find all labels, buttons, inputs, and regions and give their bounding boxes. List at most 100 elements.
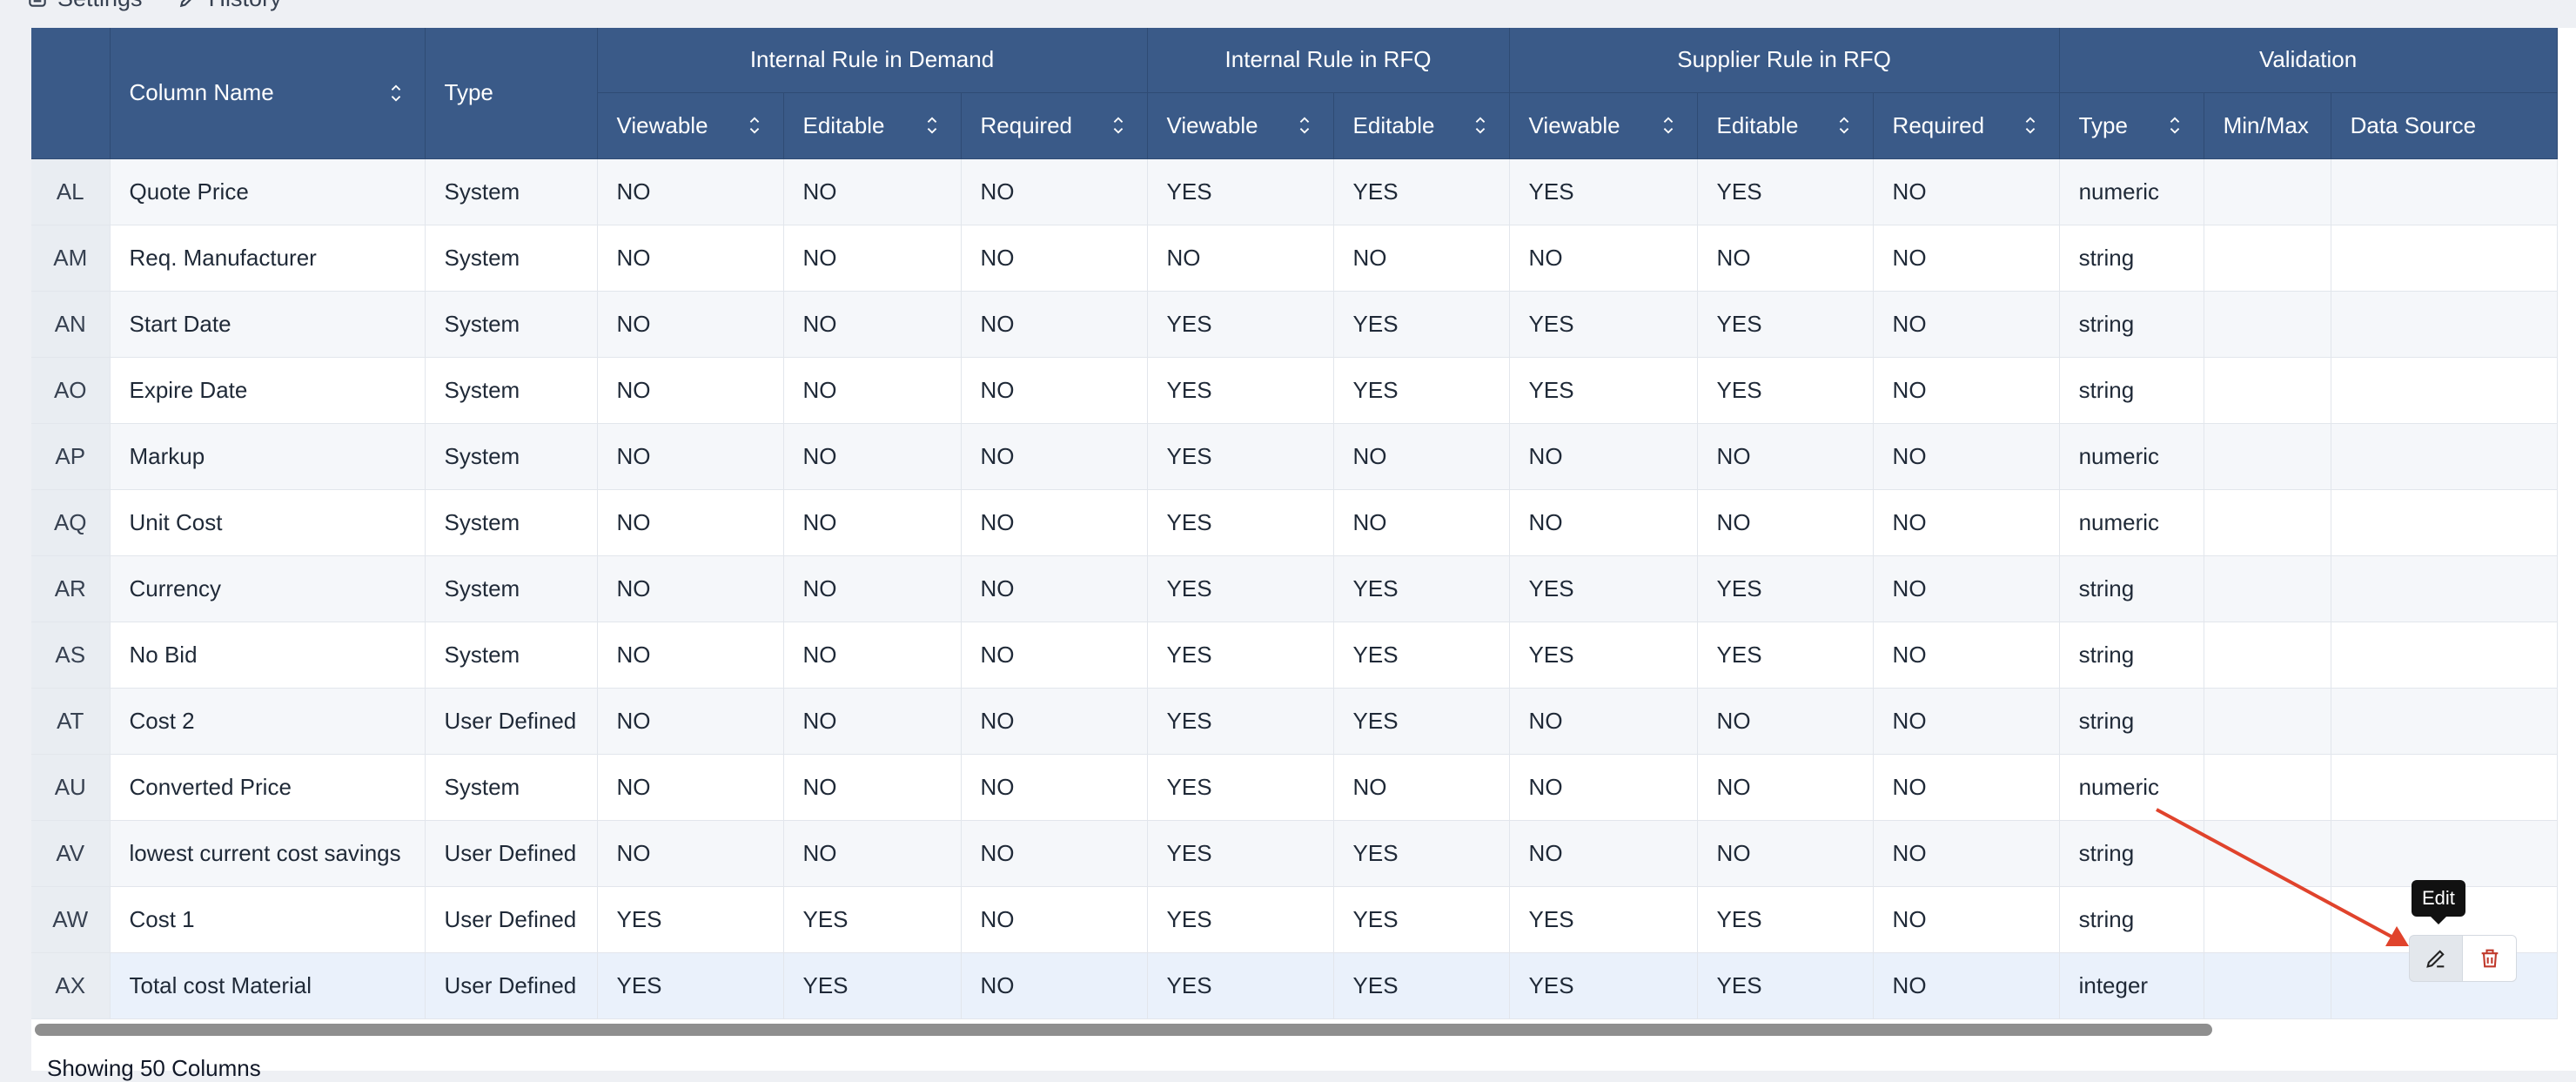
type-cell: System [425, 158, 598, 225]
supplier-viewable-cell: NO [1509, 225, 1698, 292]
history-tab[interactable]: History [178, 0, 282, 12]
supplier-editable-cell: YES [1697, 886, 1874, 953]
sort-icon[interactable] [1109, 114, 1128, 137]
table-row[interactable]: AQ Unit Cost System NO NO NO YES NO NO NO NO numeri… [31, 489, 2558, 556]
column-name-cell: Start Date [110, 291, 426, 358]
demand-viewable-cell: YES [597, 952, 784, 1019]
table-row[interactable]: AV lowest current cost savings User Define… [31, 820, 2558, 887]
supplier-editable-cell: YES [1697, 622, 1874, 689]
column-name-header[interactable]: Column Name [110, 28, 426, 159]
demand-editable-cell: NO [783, 291, 962, 358]
demand-required-header[interactable]: Required [961, 92, 1148, 159]
row-id: AP [31, 423, 111, 490]
sort-icon[interactable] [1659, 114, 1678, 137]
validation-minmax-cell [2204, 423, 2331, 490]
row-id: AW [31, 886, 111, 953]
table-row[interactable]: AL Quote Price System NO NO NO YES YES YES YES NO n… [31, 158, 2558, 225]
table-row[interactable]: AR Currency System NO NO NO YES YES YES YES NO stri… [31, 555, 2558, 622]
demand-viewable-cell: NO [597, 820, 784, 887]
columns-table-panel: Column Name Type Internal Rule in Demand… [31, 28, 2576, 1071]
table-row[interactable]: AN Start Date System NO NO NO YES YES YES YES NO st… [31, 291, 2558, 358]
supplier-required-header[interactable]: Required [1873, 92, 2060, 159]
sort-icon[interactable] [1295, 114, 1314, 137]
demand-editable-header[interactable]: Editable [783, 92, 962, 159]
row-id: AM [31, 225, 111, 292]
edit-button[interactable] [2409, 935, 2463, 982]
rfq-viewable-header[interactable]: Viewable [1147, 92, 1334, 159]
table-row[interactable]: AM Req. Manufacturer System NO NO NO NO NO NO NO N… [31, 225, 2558, 292]
rfq-viewable-cell: YES [1147, 489, 1334, 556]
validation-datasource-cell [2331, 423, 2558, 490]
history-label: History [209, 0, 282, 12]
sort-icon[interactable] [2021, 114, 2040, 137]
demand-required-cell: NO [961, 820, 1148, 887]
supplier-viewable-header[interactable]: Viewable [1509, 92, 1698, 159]
validation-minmax-label: Min/Max [2223, 111, 2309, 138]
demand-editable-cell: YES [783, 886, 962, 953]
validation-type-label: Type [2078, 111, 2128, 138]
rfq-viewable-label: Viewable [1166, 111, 1258, 138]
sort-icon[interactable] [922, 114, 942, 137]
sort-icon[interactable] [745, 114, 764, 137]
validation-type-cell: numeric [2059, 489, 2204, 556]
validation-datasource-cell [2331, 158, 2558, 225]
demand-editable-cell: NO [783, 225, 962, 292]
table-row[interactable]: AT Cost 2 User Defined NO NO NO YES YES NO NO NO st… [31, 688, 2558, 755]
supplier-editable-cell: YES [1697, 555, 1874, 622]
rfq-viewable-cell: YES [1147, 886, 1334, 953]
validation-type-cell: string [2059, 820, 2204, 887]
sort-icon[interactable] [1835, 114, 1854, 137]
rfq-editable-cell: NO [1333, 225, 1510, 292]
supplier-viewable-label: Viewable [1528, 111, 1620, 138]
row-actions [2409, 935, 2517, 982]
rfq-editable-cell: YES [1333, 688, 1510, 755]
supplier-viewable-cell: NO [1509, 754, 1698, 821]
validation-minmax-cell [2204, 688, 2331, 755]
demand-editable-label: Editable [802, 111, 885, 138]
supplier-viewable-cell: NO [1509, 820, 1698, 887]
demand-required-cell: NO [961, 622, 1148, 689]
supplier-required-label: Required [1892, 111, 1985, 138]
validation-minmax-cell [2204, 754, 2331, 821]
table-row[interactable]: AS No Bid System NO NO NO YES YES YES YES NO string [31, 622, 2558, 689]
supplier-viewable-cell: NO [1509, 489, 1698, 556]
validation-minmax-cell [2204, 291, 2331, 358]
demand-editable-cell: NO [783, 688, 962, 755]
horizontal-scrollbar[interactable] [31, 1020, 2576, 1039]
column-name-cell: Quote Price [110, 158, 426, 225]
table-row[interactable]: AU Converted Price System NO NO NO YES NO NO NO NO… [31, 754, 2558, 821]
demand-viewable-header[interactable]: Viewable [597, 92, 784, 159]
scrollbar-thumb[interactable] [35, 1024, 2212, 1036]
demand-viewable-cell: NO [597, 225, 784, 292]
rfq-editable-header[interactable]: Editable [1333, 92, 1510, 159]
demand-viewable-cell: YES [597, 886, 784, 953]
validation-type-cell: string [2059, 555, 2204, 622]
sort-icon[interactable] [2165, 114, 2184, 137]
supplier-editable-header[interactable]: Editable [1697, 92, 1874, 159]
validation-datasource-cell [2331, 754, 2558, 821]
delete-button[interactable] [2463, 935, 2517, 982]
validation-minmax-header: Min/Max [2204, 92, 2331, 159]
table-row[interactable]: AP Markup System NO NO NO YES NO NO NO NO numeric [31, 423, 2558, 490]
demand-required-label: Required [980, 111, 1073, 138]
table-row[interactable]: AO Expire Date System NO NO NO YES YES YES YES NO s… [31, 357, 2558, 424]
settings-tab[interactable]: Settings [26, 0, 143, 12]
type-cell: System [425, 555, 598, 622]
table-row[interactable]: AX Total cost Material User Defined YES YES N… [31, 952, 2558, 1019]
edit-tooltip: Edit [2412, 880, 2465, 924]
sort-icon[interactable] [386, 82, 406, 104]
rfq-editable-cell: NO [1333, 754, 1510, 821]
column-name-header-label: Column Name [129, 79, 274, 106]
demand-editable-cell: NO [783, 489, 962, 556]
rfq-viewable-cell: YES [1147, 158, 1334, 225]
sort-icon[interactable] [1471, 114, 1490, 137]
demand-editable-cell: NO [783, 357, 962, 424]
rfq-editable-cell: NO [1333, 423, 1510, 490]
supplier-required-cell: NO [1873, 754, 2060, 821]
table-row[interactable]: AW Cost 1 User Defined YES YES NO YES YES YES YES… [31, 886, 2558, 953]
type-cell: System [425, 291, 598, 358]
demand-viewable-cell: NO [597, 555, 784, 622]
validation-type-header[interactable]: Type [2059, 92, 2204, 159]
demand-required-cell: NO [961, 886, 1148, 953]
validation-datasource-cell [2331, 622, 2558, 689]
